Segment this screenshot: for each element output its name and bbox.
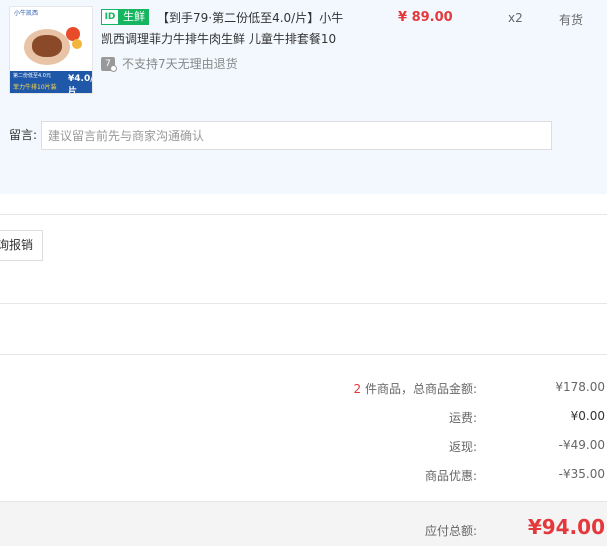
divider (0, 214, 607, 215)
payable-value: ¥94.00 (527, 515, 605, 539)
fresh-badge-label: 生鲜 (119, 9, 149, 25)
cashback-label: 返现: (448, 440, 477, 454)
payable-bar (0, 501, 607, 546)
stock-status: 有货 (559, 13, 584, 27)
thumb-brand: 小牛凯西 (14, 10, 39, 17)
fresh-logo-icon: ID (101, 9, 119, 25)
discount-value: -¥35.00 (558, 467, 605, 481)
pepper-image (72, 39, 82, 49)
divider (0, 354, 607, 355)
cashback-value: -¥49.00 (558, 438, 605, 452)
goods-total-value: ¥178.00 (555, 380, 605, 394)
goods-total-text: 件商品，总商品金额: (364, 382, 477, 396)
invoice-button[interactable]: 询报销 (0, 230, 43, 261)
discount-label: 商品优惠: (424, 469, 477, 483)
note-label: 留言: (9, 128, 38, 142)
product-quantity: x2 (508, 11, 523, 25)
product-title-line2[interactable]: 凯西调理菲力牛排牛肉生鲜 儿童牛排套餐10 (101, 30, 336, 47)
thumb-promo-line2: 菲力牛排10片装 (13, 84, 57, 91)
invoice-button-label: 询报销 (0, 238, 34, 252)
steak-image (32, 35, 62, 57)
product-thumbnail[interactable]: 小牛凯西 第二份低至4.0元 菲力牛排10片装 ¥4.0/片 (9, 6, 93, 94)
shipping-value: ¥0.00 (570, 409, 605, 423)
item-count: 2 (353, 382, 362, 396)
product-price: ¥ 89.00 (398, 10, 453, 25)
no-return-icon-badge (110, 65, 117, 72)
fresh-badge: ID 生鲜 (101, 9, 149, 25)
thumb-price-tag: ¥4.0/片 (68, 74, 93, 94)
thumb-promo-line1: 第二份低至4.0元 (13, 73, 51, 79)
goods-total-label: 2 件商品，总商品金额: (353, 380, 477, 397)
shipping-label: 运费: (448, 411, 477, 425)
divider (0, 303, 607, 304)
payable-label: 应付总额: (424, 524, 477, 538)
note-input[interactable] (41, 121, 552, 150)
return-policy-text: 不支持7天无理由退货 (122, 57, 238, 71)
product-title-line1[interactable]: 【到手79·第二份低至4.0/片】小牛 (157, 9, 343, 26)
